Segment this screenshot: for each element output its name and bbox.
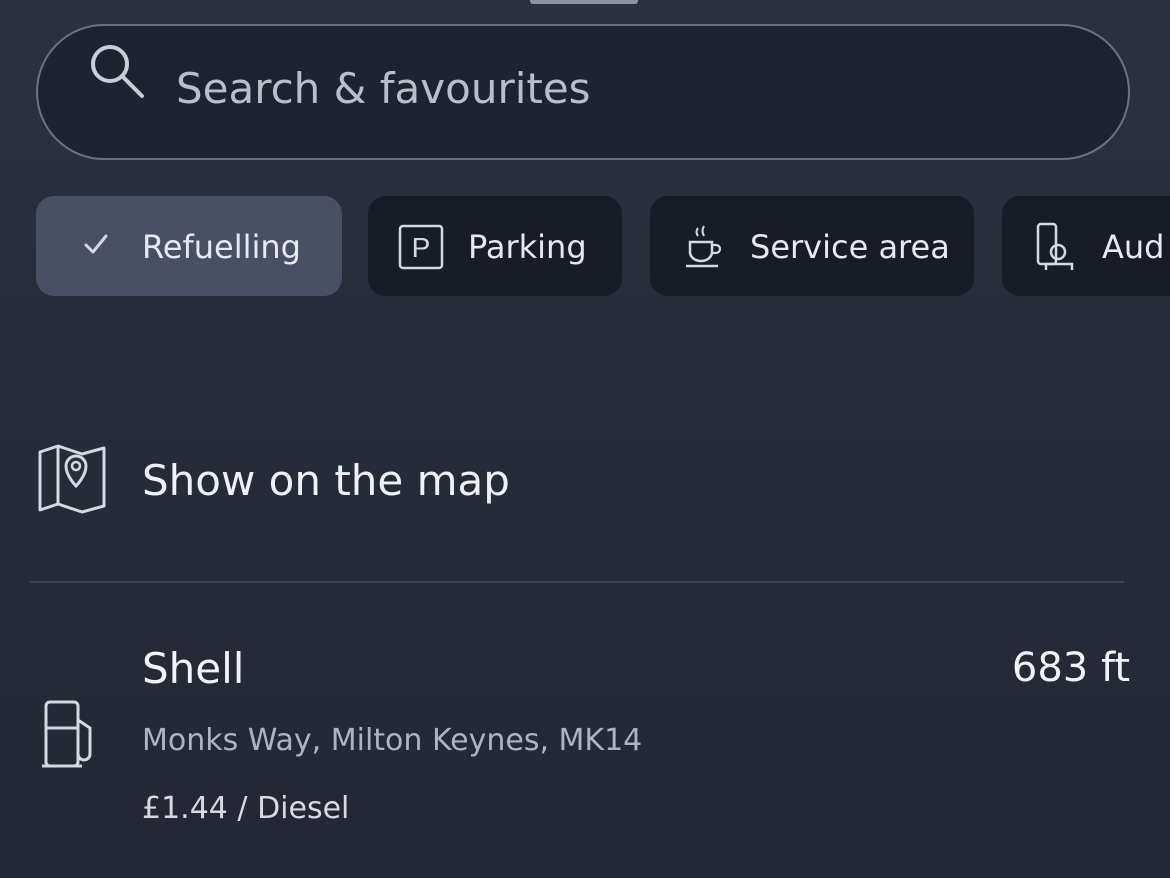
show-on-map-label: Show on the map	[142, 456, 510, 505]
filter-chip-refuelling[interactable]: Refuelling	[36, 196, 342, 296]
filter-chip-label: Parking	[468, 228, 587, 266]
filter-chip-aud[interactable]: Aud	[1002, 196, 1170, 296]
fuel-price: £1.44 / Diesel	[142, 791, 350, 826]
audi-service-icon	[1034, 222, 1076, 272]
svg-text:P: P	[412, 232, 431, 263]
filter-chip-label: Refuelling	[142, 228, 301, 266]
filter-chip-row: Refuelling P Parking Service area Aud	[36, 196, 1170, 300]
divider	[30, 581, 1124, 583]
filter-chip-label: Aud	[1102, 228, 1165, 266]
filter-chip-parking[interactable]: P Parking	[368, 196, 622, 296]
station-distance: 683 ft	[1011, 645, 1130, 691]
coffee-cup-icon	[684, 224, 724, 270]
drag-handle[interactable]	[530, 0, 638, 4]
show-on-map-link[interactable]: Show on the map	[36, 440, 1126, 524]
list-item[interactable]: Shell 683 ft Monks Way, Milton Keynes, M…	[36, 630, 1136, 850]
parking-icon: P	[398, 224, 444, 270]
fuel-pump-icon	[42, 700, 92, 768]
filter-chip-service-area[interactable]: Service area	[650, 196, 974, 296]
check-icon	[82, 230, 110, 258]
map-pin-icon	[38, 444, 106, 514]
station-address: Monks Way, Milton Keynes, MK14	[142, 723, 643, 758]
search-input[interactable]: Search & favourites	[176, 68, 591, 110]
filter-chip-label: Service area	[750, 228, 950, 266]
search-icon	[91, 45, 144, 98]
station-name: Shell	[142, 644, 245, 693]
